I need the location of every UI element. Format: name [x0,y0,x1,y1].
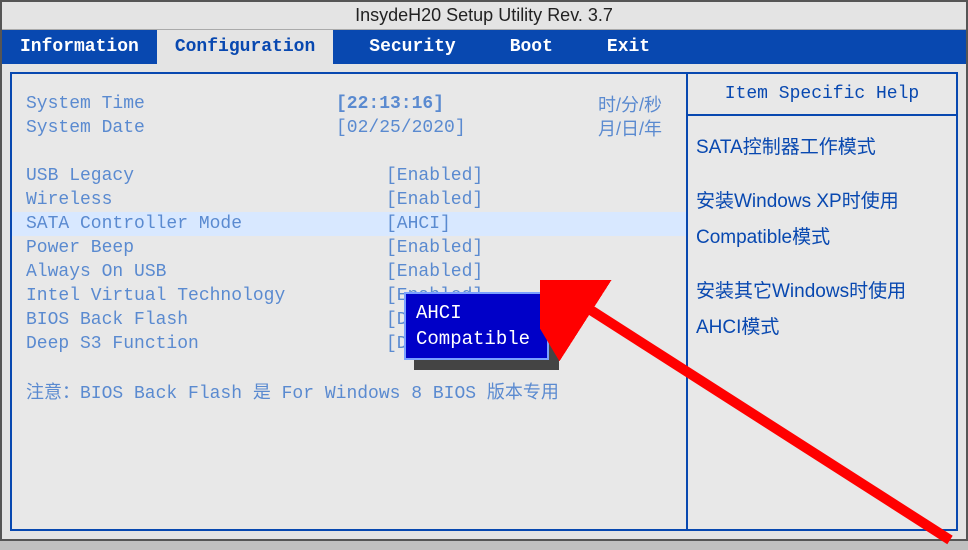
row-usb-legacy[interactable]: USB Legacy [Enabled] [26,164,672,188]
help-panel: Item Specific Help SATA控制器工作模式 安装Windows… [688,72,958,531]
row-always-on-usb[interactable]: Always On USB [Enabled] [26,260,672,284]
row-system-date[interactable]: System Date [02/25/2020] 月/日/年 [26,116,672,140]
wireless-label: Wireless [26,190,336,210]
tab-bar: Information Configuration Security Boot … [2,30,966,64]
row-power-beep[interactable]: Power Beep [Enabled] [26,236,672,260]
row-sata-mode[interactable]: SATA Controller Mode [AHCI] [12,212,686,236]
help-text-3: 安装其它Windows时使用AHCI模式 [696,274,948,346]
intel-vt-label: Intel Virtual Technology [26,286,336,306]
system-date-value[interactable]: [02/25/2020] [336,118,466,138]
system-time-value[interactable]: [22:13:16] [336,94,444,114]
help-text-1: SATA控制器工作模式 [696,130,948,166]
deep-s3-label: Deep S3 Function [26,334,336,354]
tab-boot[interactable]: Boot [492,30,571,64]
row-deep-s3[interactable]: Deep S3 Function [Disabled] [26,332,672,356]
row-system-time[interactable]: System Time [22:13:16] 时/分/秒 [26,92,672,116]
always-on-usb-label: Always On USB [26,262,336,282]
help-body: SATA控制器工作模式 安装Windows XP时使用Compatible模式 … [688,116,956,378]
system-date-label: System Date [26,118,336,138]
always-on-usb-value[interactable]: [Enabled] [386,262,483,282]
main-panel: System Time [22:13:16] 时/分/秒 System Date… [10,72,688,531]
sata-mode-value[interactable]: [AHCI] [386,214,451,234]
popup-option-ahci[interactable]: AHCI [416,300,537,326]
tab-configuration[interactable]: Configuration [157,30,333,64]
usb-legacy-label: USB Legacy [26,166,336,186]
wireless-value[interactable]: [Enabled] [386,190,483,210]
popup-option-compatible[interactable]: Compatible [416,326,537,352]
row-bios-back-flash[interactable]: BIOS Back Flash [Disabled] [26,308,672,332]
power-beep-value[interactable]: [Enabled] [386,238,483,258]
bios-window: InsydeH20 Setup Utility Rev. 3.7 Informa… [0,0,968,541]
row-intel-vt[interactable]: Intel Virtual Technology [Enabled] [26,284,672,308]
bios-back-flash-label: BIOS Back Flash [26,310,336,330]
system-time-note: 时/分/秒 [598,91,662,117]
power-beep-label: Power Beep [26,238,336,258]
content: System Time [22:13:16] 时/分/秒 System Date… [2,64,966,539]
tab-security[interactable]: Security [351,30,473,64]
help-header: Item Specific Help [688,74,956,116]
title-bar: InsydeH20 Setup Utility Rev. 3.7 [2,2,966,30]
sata-mode-popup: AHCI Compatible [404,292,549,360]
sata-mode-label: SATA Controller Mode [26,214,336,234]
note-line: 注意：BIOS Back Flash 是 For Windows 8 BIOS … [26,378,672,404]
system-time-label: System Time [26,94,336,114]
help-text-2: 安装Windows XP时使用Compatible模式 [696,184,948,256]
row-wireless[interactable]: Wireless [Enabled] [26,188,672,212]
system-date-note: 月/日/年 [598,115,662,141]
usb-legacy-value[interactable]: [Enabled] [386,166,483,186]
tab-information[interactable]: Information [2,30,157,64]
tab-exit[interactable]: Exit [589,30,668,64]
popup-box: AHCI Compatible [404,292,549,360]
